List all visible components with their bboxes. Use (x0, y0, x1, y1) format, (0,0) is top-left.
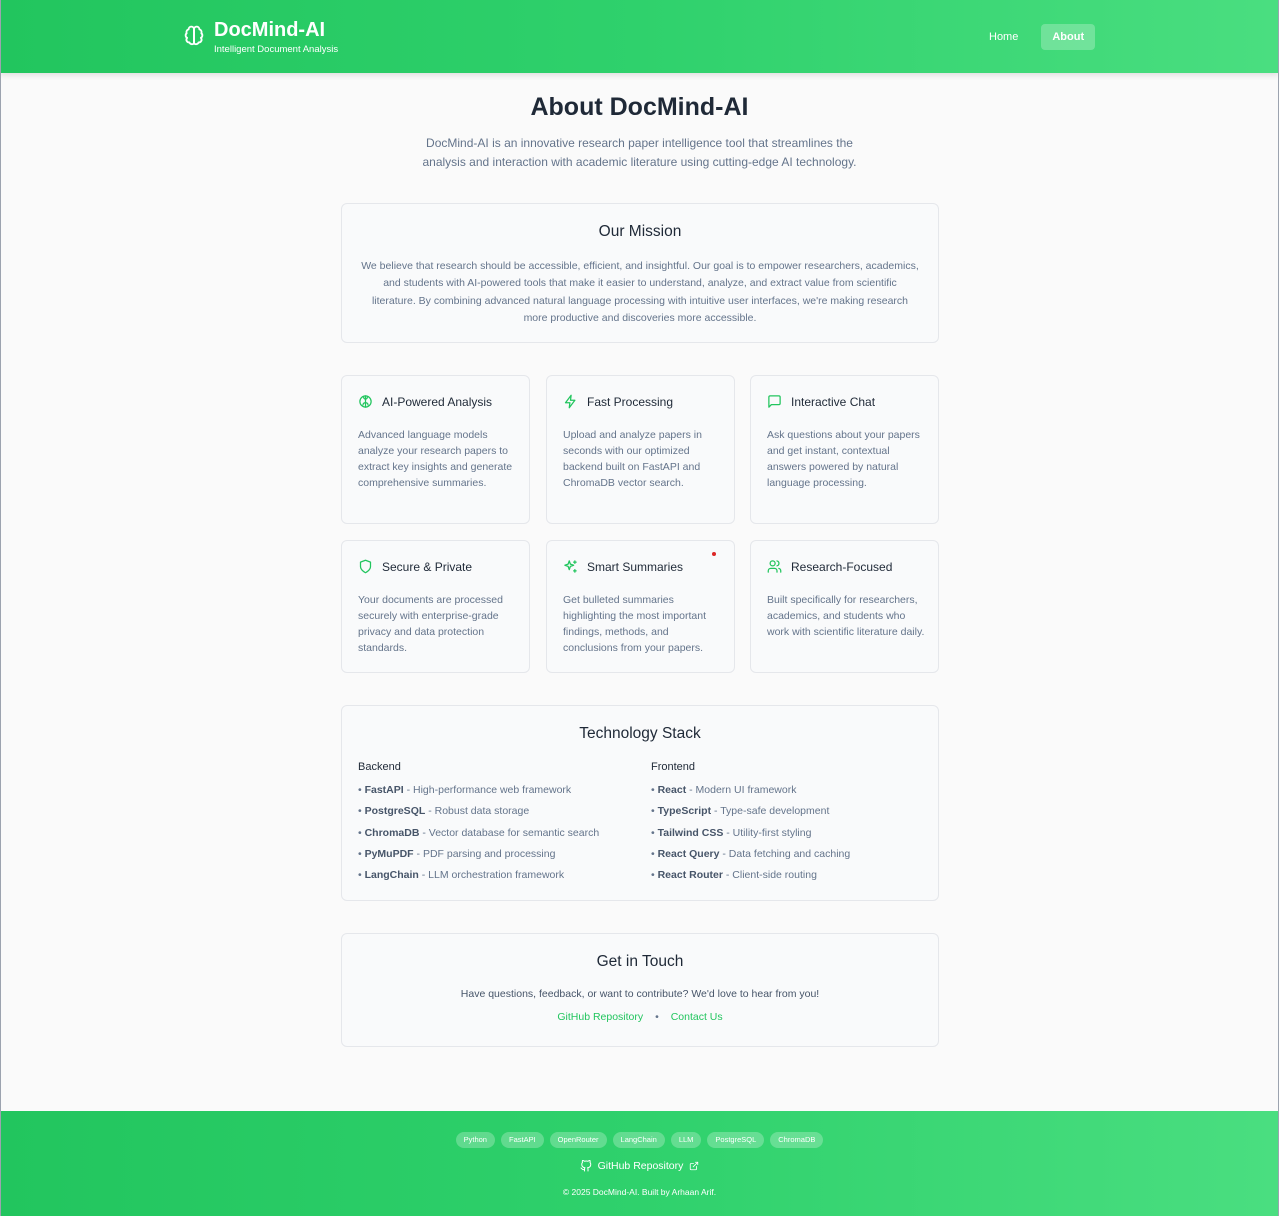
feature-title: Secure & Private (382, 559, 473, 574)
main-nav: Home About (978, 24, 1096, 50)
feature-card-research-focused: Research-Focused Built specifically for … (750, 540, 939, 673)
feature-card-interactive-chat: Interactive Chat Ask questions about you… (750, 375, 939, 524)
feature-desc: Built specifically for researchers, acad… (767, 594, 925, 638)
frontend-heading: Frontend (651, 761, 696, 773)
feature-desc: Get bulleted summaries highlighting the … (563, 594, 706, 654)
backend-column: Backend • FastAPI - High-performance web… (358, 761, 599, 886)
external-link-icon (689, 1161, 699, 1171)
feature-title: Smart Summaries (587, 559, 684, 574)
feature-desc: Upload and analyze papers in seconds wit… (563, 429, 702, 489)
copyright: © 2025 DocMind-AI. Built by Arhaan Arif. (562, 1187, 717, 1197)
mission-card: Our Mission We believe that research sho… (341, 203, 939, 343)
list-item: • Tailwind CSS - Utility-first styling (651, 826, 812, 839)
list-item: • FastAPI - High-performance web framewo… (358, 784, 572, 796)
github-icon (580, 1160, 592, 1172)
tech-stack-card: Technology Stack Backend • FastAPI - Hig… (341, 705, 939, 901)
feature-card-secure-private: Secure & Private Your documents are proc… (341, 540, 530, 673)
tag-postgresql: PostgreSQL (707, 1132, 765, 1148)
tag-chromadb: ChromaDB (770, 1132, 824, 1148)
feature-card-smart-summaries: Smart Summaries Get bulleted summaries h… (546, 540, 735, 673)
list-item: • React Query - Data fetching and cachin… (651, 847, 851, 860)
footer-github-label: GitHub Repository (597, 1160, 684, 1172)
header: DocMind-AI Intelligent Document Analysis… (0, 0, 1279, 73)
tag-langchain: LangChain (612, 1132, 665, 1148)
frontend-column: Frontend • React - Modern UI framework •… (651, 761, 850, 886)
contact-us-link[interactable]: Contact Us (671, 1011, 723, 1023)
feature-card-ai-analysis: AI-Powered Analysis Advanced language mo… (341, 375, 530, 524)
users-icon (767, 559, 782, 574)
sparkles-icon (563, 559, 578, 574)
feature-title: Research-Focused (791, 559, 893, 574)
tag-fastapi: FastAPI (500, 1132, 544, 1148)
feature-title: Interactive Chat (791, 394, 876, 409)
list-item: • React - Modern UI framework (651, 784, 797, 796)
feature-title: AI-Powered Analysis (382, 394, 493, 409)
tech-tags: Python FastAPI OpenRouter LangChain LLM … (0, 1132, 1279, 1148)
tech-stack-title: Technology Stack (579, 725, 701, 742)
feature-desc: Your documents are processed securely wi… (358, 594, 503, 654)
page-description: DocMind-AI is an innovative research pap… (422, 136, 857, 169)
feature-card-fast-processing: Fast Processing Upload and analyze paper… (546, 375, 735, 524)
list-item: • ChromaDB - Vector database for semanti… (358, 826, 600, 839)
contact-text: Have questions, feedback, or want to con… (460, 988, 820, 1000)
mission-text: We believe that research should be acces… (361, 260, 919, 324)
zap-icon (563, 394, 578, 409)
link-separator: • (655, 1011, 659, 1023)
contact-title: Get in Touch (596, 953, 684, 970)
feature-title: Fast Processing (587, 394, 674, 409)
list-item: • React Router - Client-side routing (651, 869, 817, 882)
nav-about[interactable]: About (1041, 24, 1096, 50)
page-title: About DocMind-AI (530, 93, 749, 121)
nav-home[interactable]: Home (978, 24, 1029, 50)
tag-python: Python (455, 1132, 495, 1148)
notification-dot (712, 552, 716, 556)
feature-desc: Advanced language models analyze your re… (358, 429, 513, 489)
list-item: • LangChain - LLM orchestration framewor… (358, 869, 565, 882)
mission-title: Our Mission (598, 223, 682, 240)
list-item: • PyMuPDF - PDF parsing and processing (358, 847, 556, 860)
footer-github-link[interactable]: GitHub Repository (0, 1160, 1279, 1172)
feature-desc: Ask questions about your papers and get … (767, 429, 920, 489)
tag-llm: LLM (670, 1132, 702, 1148)
backend-heading: Backend (358, 761, 401, 773)
contact-card: Get in Touch Have questions, feedback, o… (341, 933, 939, 1047)
brain-icon (358, 394, 373, 409)
list-item: • TypeScript - Type-safe development (651, 805, 830, 818)
list-item: • PostgreSQL - Robust data storage (358, 805, 530, 818)
app-subtitle: Intelligent Document Analysis (214, 44, 339, 55)
brain-icon (183, 25, 205, 47)
chat-icon (767, 394, 782, 409)
github-repository-link[interactable]: GitHub Repository (557, 1011, 643, 1023)
app-title: DocMind-AI (214, 19, 326, 41)
shield-icon (358, 559, 373, 574)
footer: Python FastAPI OpenRouter LangChain LLM … (0, 1111, 1279, 1216)
brand[interactable]: DocMind-AI Intelligent Document Analysis (183, 17, 338, 56)
contact-links: GitHub Repository • Contact Us (342, 1011, 938, 1023)
tag-openrouter: OpenRouter (549, 1132, 607, 1148)
